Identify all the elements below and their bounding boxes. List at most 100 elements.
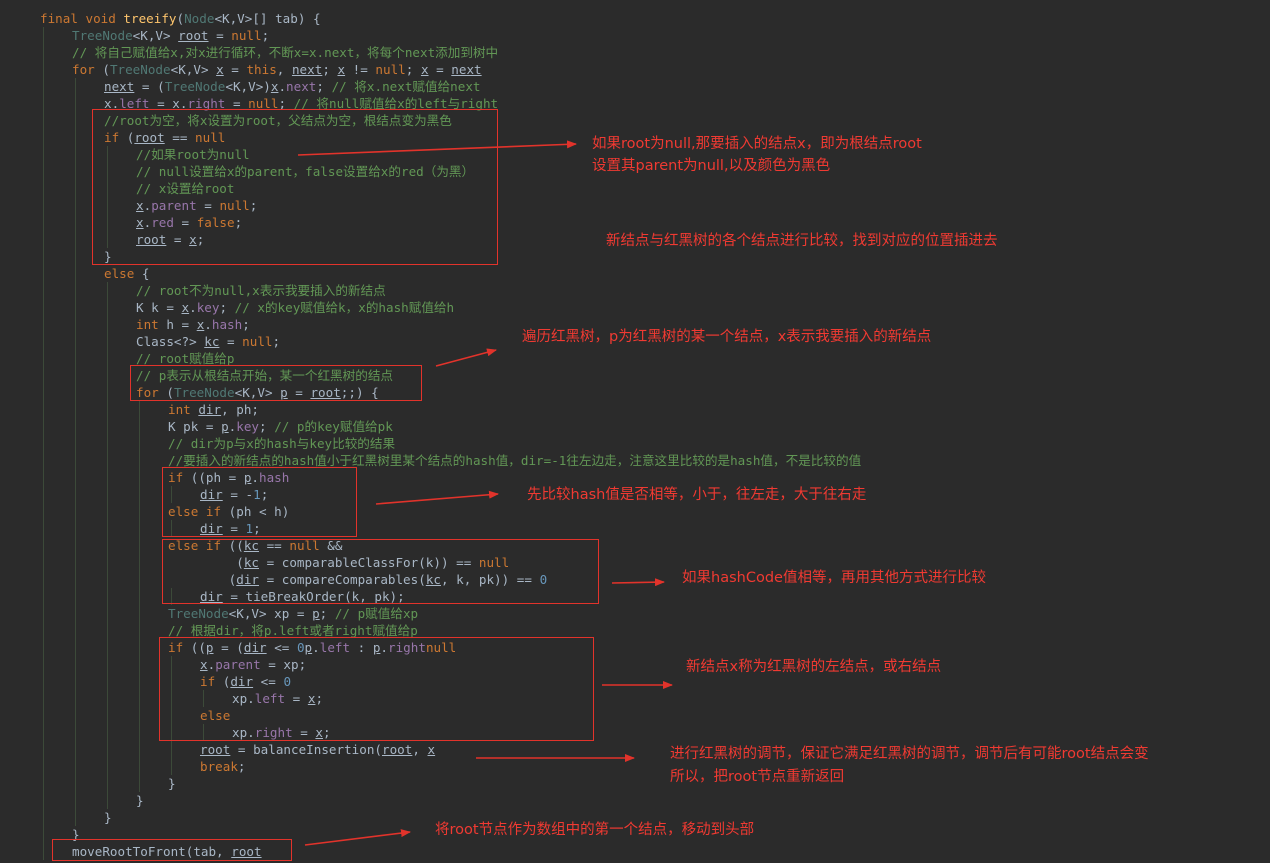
arrow-hash-compare — [375, 490, 499, 505]
arrow-traverse — [435, 348, 497, 367]
code-line: int h = x.hash; — [136, 316, 250, 333]
annotation-root-null-2: 设置其parent为null,以及颜色为黑色 — [592, 158, 831, 174]
code-token: , — [276, 62, 292, 77]
code-token: ( — [102, 62, 110, 77]
code-token: ( — [176, 11, 185, 26]
code-token: // 将x.next赋值给next — [331, 79, 481, 94]
code-line: else { — [104, 265, 150, 282]
code-token: ; — [405, 62, 421, 77]
code-token: = — [219, 334, 243, 349]
code-line: TreeNode<K,V> xp = p; // p赋值给xp — [168, 605, 418, 622]
code-token: // p赋值给xp — [334, 606, 419, 621]
code-token: { — [141, 266, 150, 281]
code-token: != — [345, 62, 376, 77]
code-token: ; — [322, 62, 338, 77]
code-token: // 将自己赋值给x,对x进行循环，不断x=x.next，将每个next添加到树… — [72, 45, 499, 60]
code-token: ; — [219, 300, 235, 315]
code-token: = balanceInsertion( — [230, 742, 382, 757]
code-line: // root不为null,x表示我要插入的新结点 — [136, 282, 386, 299]
code-token: // p的key赋值给pk — [274, 419, 393, 434]
code-token: = — [428, 62, 452, 77]
code-line: K k = x.key; // x的key赋值给k，x的hash赋值给h — [136, 299, 454, 316]
code-token: ; — [272, 334, 281, 349]
code-token: //要插入的新结点的hash值小于红黑树里某个结点的hash值，dir=-1往左… — [168, 453, 862, 468]
annotation-compare-nodes: 新结点与红黑树的各个结点进行比较，找到对应的位置插进去 — [606, 233, 998, 249]
code-token: Class<?> — [136, 334, 205, 349]
code-token: int — [168, 402, 199, 417]
code-token: // root赋值给p — [136, 351, 235, 366]
code-token: next — [291, 62, 323, 77]
code-token: null — [231, 28, 262, 43]
code-token: x — [420, 62, 429, 77]
code-token: // 根据dir，将p.left或者right赋值给p — [168, 623, 418, 638]
code-line: int dir, ph; — [168, 401, 259, 418]
highlight-box-hashcode-equal — [162, 539, 599, 604]
code-token: TreeNode — [168, 606, 229, 621]
code-token: } — [136, 793, 144, 808]
code-token: key — [236, 419, 260, 434]
code-token: ; — [242, 317, 250, 332]
code-token: . — [278, 79, 287, 94]
code-token: K k = — [136, 300, 182, 315]
code-token: p — [312, 606, 320, 621]
arrow-move-root — [304, 829, 411, 846]
highlight-box-left-right — [159, 637, 594, 741]
code-token: root — [382, 742, 413, 757]
code-token: x — [427, 742, 436, 757]
annotation-hashcode-equal: 如果hashCode值相等，再用其他方式进行比较 — [682, 570, 986, 586]
code-token: root — [200, 742, 231, 757]
code-line: final void treeify(Node<K,V>[] tab) { — [40, 10, 321, 27]
code-token: void — [85, 11, 124, 26]
highlight-box-root-null — [92, 109, 498, 265]
code-token: , ph; — [221, 402, 260, 417]
code-token: hash — [211, 317, 243, 332]
code-token: TreeNode — [72, 28, 133, 43]
code-token: // dir为p与x的hash与key比较的结果 — [168, 436, 396, 451]
code-token: x — [337, 62, 346, 77]
code-token: . — [204, 317, 212, 332]
code-token: ; — [259, 419, 275, 434]
arrow-hashcode-equal — [611, 578, 665, 587]
code-token: = — [208, 28, 232, 43]
annotation-balance: 进行红黑树的调节，保证它满足红黑树的调节，调节后有可能root结点会变 — [670, 746, 1149, 762]
code-line: Class<?> kc = null; — [136, 333, 280, 350]
code-line: // dir为p与x的hash与key比较的结果 — [168, 435, 395, 452]
code-line: TreeNode<K,V> root = null; — [72, 27, 269, 44]
code-token: next — [286, 79, 317, 94]
code-token: ; — [316, 79, 332, 94]
code-line: next = (TreeNode<K,V>)x.next; // 将x.next… — [104, 78, 481, 95]
code-token: null — [242, 334, 273, 349]
code-line: root = balanceInsertion(root, x — [200, 741, 435, 758]
indent-guide — [43, 27, 44, 860]
code-token: = ( — [134, 79, 165, 94]
code-token: // root不为null,x表示我要插入的新结点 — [136, 283, 386, 298]
code-token: <K,V>[] tab) { — [214, 11, 321, 26]
indent-guide — [139, 401, 140, 792]
annotation-move-root: 将root节点作为数组中的第一个结点，移动到头部 — [435, 822, 755, 838]
code-token: } — [104, 810, 112, 825]
code-token: for — [72, 62, 103, 77]
code-line: K pk = p.key; // p的key赋值给pk — [168, 418, 393, 435]
code-token: next — [104, 79, 135, 94]
code-token: null — [375, 62, 406, 77]
code-token: Node — [184, 11, 215, 26]
code-token: else — [104, 266, 142, 281]
code-token: break — [200, 759, 238, 774]
annotation-traverse: 遍历红黑树，p为红黑树的某一个结点，x表示我要插入的新结点 — [522, 329, 932, 345]
code-token: root — [178, 28, 209, 43]
code-token: int — [136, 317, 167, 332]
indent-guide — [107, 282, 108, 809]
code-token: p — [221, 419, 229, 434]
code-line: } — [136, 792, 144, 809]
code-token: key — [196, 300, 220, 315]
code-token: dir — [198, 402, 222, 417]
code-token: final — [40, 11, 86, 26]
code-line: } — [104, 809, 112, 826]
code-token: this — [246, 62, 277, 77]
code-line: } — [168, 775, 176, 792]
code-editor[interactable]: final void treeify(Node<K,V>[] tab) {Tre… — [0, 0, 1270, 863]
code-token: = — [223, 62, 247, 77]
code-token: kc — [204, 334, 220, 349]
code-token: TreeNode — [164, 79, 226, 94]
annotation-root-null: 如果root为null,那要插入的结点x，即为根结点root — [592, 136, 922, 152]
